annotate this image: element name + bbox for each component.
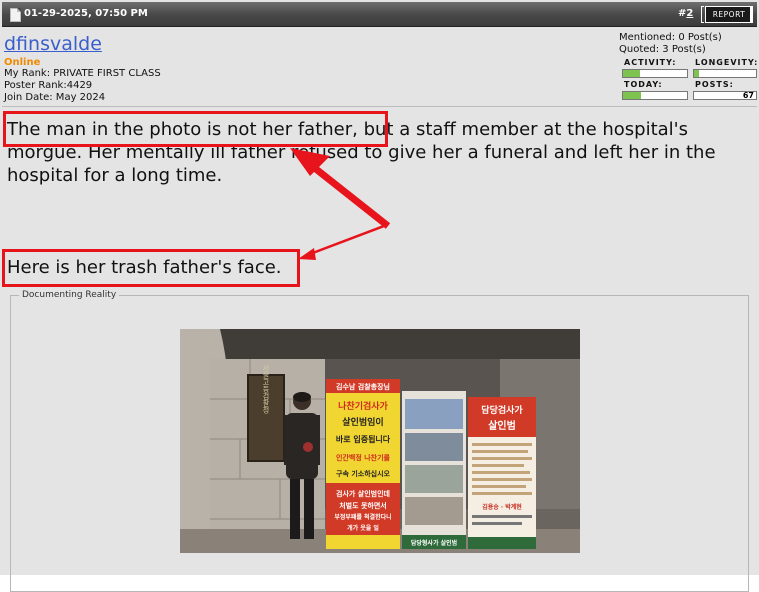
sign-left-line3: 바로 입증됩니다 bbox=[336, 434, 391, 444]
sign-left-line2: 살인범임이 bbox=[342, 416, 383, 428]
sign-left-line9: 개가 웃을 일 bbox=[347, 524, 379, 532]
sign-right-name: 김용승 · 박계현 bbox=[482, 503, 522, 511]
arrow-to-text-icon bbox=[290, 148, 391, 229]
sign-left-line1: 나찬기검사가 bbox=[338, 400, 388, 412]
forum-post: 01-29-2025, 07:50 PM #2 REPORT dfinsvald… bbox=[0, 0, 759, 592]
protest-sign-center: 담당형사가 살인범 bbox=[402, 391, 466, 549]
arrow-to-face-icon bbox=[298, 224, 385, 260]
fieldset-legend: Documenting Reality bbox=[22, 290, 117, 300]
pillar-plaque-text: 서울고등검찰청 bbox=[262, 364, 270, 414]
sign-left-line7: 처벌도 못하면서 bbox=[339, 501, 387, 510]
sign-right-title1: 담당검사가 bbox=[481, 404, 523, 416]
sign-left-header: 김수남 검찰총장님 bbox=[336, 382, 390, 391]
sign-left-line4: 인간백정 나찬기를 bbox=[336, 453, 391, 462]
sign-center-footer: 담당형사가 살인범 bbox=[411, 539, 457, 547]
protest-photo-image: 서울고등검찰청 김수남 검찰총장님 나찬기검사가 살인범임이 바로 입증됩니다 … bbox=[180, 329, 580, 553]
sign-right-title2: 살인범 bbox=[488, 419, 516, 432]
sign-left-line8: 부정부패를 척결한다니 bbox=[334, 513, 391, 521]
protest-sign-left: 김수남 검찰총장님 나찬기검사가 살인범임이 바로 입증됩니다 인간백정 나찬기… bbox=[326, 379, 400, 549]
protest-sign-right: 담당검사가 살인범 김용승 · 박계현 bbox=[468, 397, 536, 549]
sign-left-line5: 구속 기소하십시오 bbox=[336, 469, 391, 478]
post-photo[interactable]: 서울고등검찰청 김수남 검찰총장님 나찬기검사가 살인범임이 바로 입증됩니다 … bbox=[180, 329, 580, 553]
sign-left-line6: 검사가 살인범인데 bbox=[336, 489, 390, 498]
